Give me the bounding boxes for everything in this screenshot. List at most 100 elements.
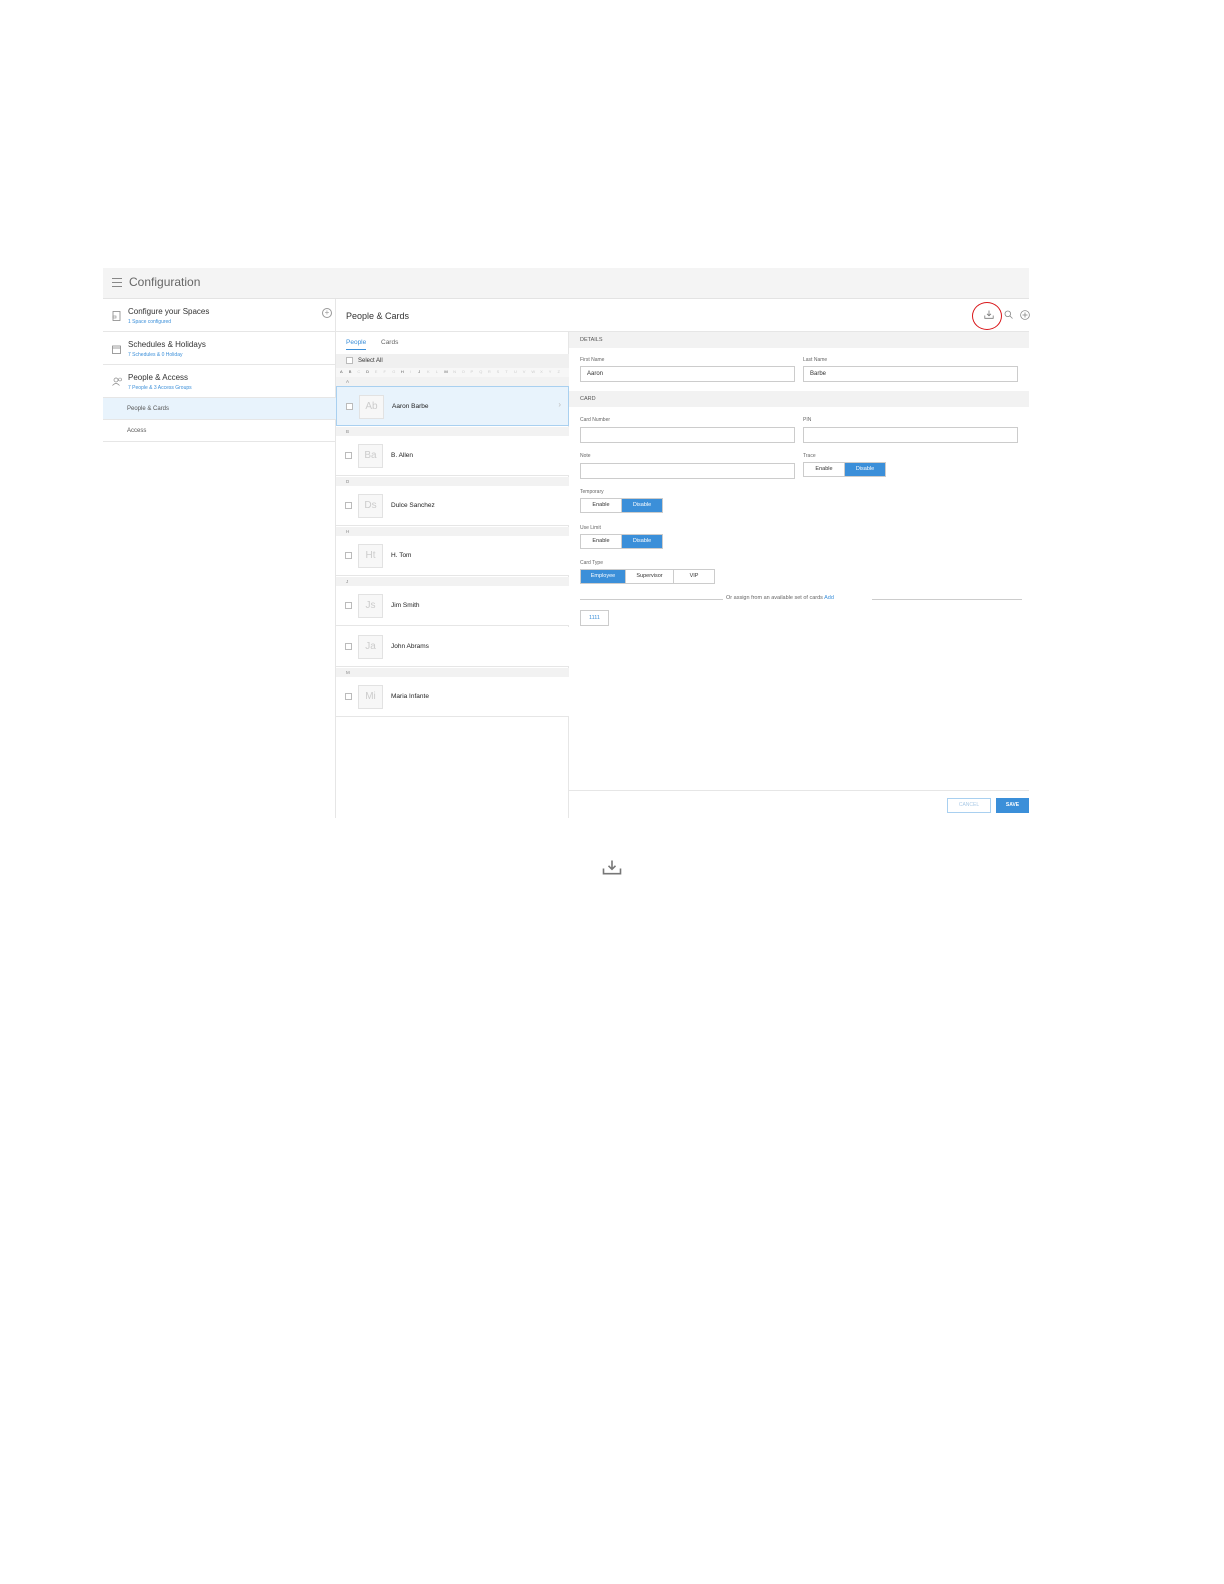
alphabet-letter[interactable]: O — [462, 369, 465, 374]
note-label: Note — [580, 453, 591, 459]
alphabet-letter[interactable]: E — [375, 369, 378, 374]
alphabet-letter[interactable]: R — [488, 369, 491, 374]
alphabet-letter[interactable]: W — [531, 369, 535, 374]
cancel-button[interactable]: CANCEL — [947, 798, 991, 813]
person-checkbox[interactable] — [345, 643, 352, 650]
sidebar-item-title: Configure your Spaces — [128, 307, 210, 316]
add-space-icon[interactable]: + — [322, 308, 332, 318]
card-chip[interactable]: 1111 — [580, 610, 609, 626]
person-checkbox[interactable] — [345, 502, 352, 509]
use-limit-disable-button[interactable]: Disable — [622, 535, 662, 548]
card-type-employee-button[interactable]: Employee — [581, 570, 626, 583]
hamburger-menu-icon[interactable] — [112, 278, 122, 288]
alphabet-letter[interactable]: Y — [549, 369, 552, 374]
temporary-enable-button[interactable]: Enable — [581, 499, 622, 512]
tab-cards[interactable]: Cards — [381, 339, 398, 346]
alphabet-letter[interactable]: T — [505, 369, 507, 374]
list-tabs: People Cards — [336, 332, 569, 354]
avatar: Ja — [358, 635, 383, 659]
add-cards-link[interactable]: Add — [824, 595, 834, 601]
note-field[interactable] — [580, 463, 795, 479]
alphabet-letter[interactable]: K — [427, 369, 430, 374]
sidebar-item-people-cards[interactable]: People & Cards — [103, 398, 336, 420]
assign-cards-label: Or assign from an available set of cards — [726, 595, 823, 601]
trace-toggle: Enable Disable — [803, 462, 886, 477]
alphabet-letter[interactable]: M — [444, 369, 447, 374]
download-icon — [602, 860, 622, 875]
sidebar-item-schedules[interactable]: Schedules & Holidays 7 Schedules & 0 Hol… — [103, 332, 336, 365]
pin-field[interactable] — [803, 427, 1018, 443]
tab-people[interactable]: People — [346, 339, 367, 350]
person-checkbox[interactable] — [345, 552, 352, 559]
select-all-checkbox[interactable] — [346, 357, 353, 364]
details-section-header: DETAILS — [569, 332, 1029, 348]
use-limit-enable-button[interactable]: Enable — [581, 535, 622, 548]
person-checkbox[interactable] — [345, 452, 352, 459]
alphabet-letter[interactable]: B — [349, 369, 352, 374]
sidebar-item-subtitle: 1 Space configured — [128, 319, 172, 325]
chevron-right-icon: › — [558, 400, 561, 409]
trace-enable-button[interactable]: Enable — [804, 463, 845, 476]
alphabet-letter[interactable]: C — [357, 369, 360, 374]
door-icon — [112, 311, 121, 323]
avatar: Ht — [358, 544, 383, 568]
alphabet-letter[interactable]: H — [401, 369, 404, 374]
person-checkbox[interactable] — [345, 693, 352, 700]
select-all-row[interactable]: Select All — [336, 354, 569, 368]
person-row[interactable]: Ht H. Tom — [336, 536, 569, 576]
group-header: J — [336, 577, 569, 586]
search-icon[interactable] — [1004, 310, 1013, 321]
person-name: B. Allen — [391, 452, 414, 459]
alphabet-letter[interactable]: S — [497, 369, 500, 374]
avatar: Mi — [358, 685, 383, 709]
person-row[interactable]: Mi Maria Infante — [336, 677, 569, 717]
group-header: M — [336, 668, 569, 677]
alphabet-letter[interactable]: I — [410, 369, 411, 374]
alphabet-letter[interactable]: V — [523, 369, 526, 374]
person-row[interactable]: Ja John Abrams — [336, 627, 569, 667]
alphabet-letter[interactable]: F — [384, 369, 386, 374]
add-icon[interactable] — [1020, 310, 1030, 322]
details-panel: DETAILS First Name Aaron Last Name Barbe… — [569, 332, 1029, 818]
alphabet-letter[interactable]: P — [471, 369, 474, 374]
sidebar-item-subtitle: 7 Schedules & 0 Holiday — [128, 352, 183, 358]
group-header: A — [336, 377, 569, 386]
temporary-disable-button[interactable]: Disable — [622, 499, 662, 512]
last-name-field[interactable]: Barbe — [803, 366, 1018, 382]
sidebar-item-people-access[interactable]: People & Access 7 People & 3 Access Grou… — [103, 365, 336, 398]
person-checkbox[interactable] — [345, 602, 352, 609]
alphabet-letter[interactable]: G — [392, 369, 395, 374]
alphabet-letter[interactable]: J — [418, 369, 420, 374]
group-header: H — [336, 527, 569, 536]
trace-disable-button[interactable]: Disable — [845, 463, 885, 476]
alphabet-letter[interactable]: L — [436, 369, 438, 374]
card-type-supervisor-button[interactable]: Supervisor — [626, 570, 674, 583]
person-row[interactable]: Js Jim Smith — [336, 586, 569, 626]
person-row[interactable]: Ba B. Allen — [336, 436, 569, 476]
card-number-field[interactable] — [580, 427, 795, 443]
alphabet-letter[interactable]: Z — [558, 369, 560, 374]
person-row[interactable]: Ab Aaron Barbe › — [336, 386, 569, 426]
alphabet-letter[interactable]: Q — [479, 369, 482, 374]
alphabet-letter[interactable]: D — [366, 369, 369, 374]
person-checkbox[interactable] — [346, 403, 353, 410]
person-row[interactable]: Ds Dulce Sanchez — [336, 486, 569, 526]
card-type-vip-button[interactable]: VIP — [674, 570, 714, 583]
card-type-label: Card Type — [580, 560, 603, 566]
alphabet-letter[interactable]: N — [453, 369, 456, 374]
card-section-header: CARD — [569, 391, 1029, 407]
alphabet-letter[interactable]: X — [540, 369, 543, 374]
alphabet-index: A BC D E F G H I J K L M N O PQ R ST U VWX Y Z — [336, 368, 569, 377]
sidebar-item-access[interactable]: Access — [103, 420, 336, 442]
first-name-field[interactable]: Aaron — [580, 366, 795, 382]
group-header: D — [336, 477, 569, 486]
avatar: Ba — [358, 444, 383, 468]
group-header: B — [336, 427, 569, 436]
people-icon — [112, 377, 123, 388]
avatar: Ab — [359, 395, 384, 419]
alphabet-letter[interactable]: U — [514, 369, 517, 374]
alphabet-letter[interactable]: A — [340, 369, 343, 374]
save-button[interactable]: SAVE — [996, 798, 1029, 813]
sidebar-item-spaces[interactable]: Configure your Spaces 1 Space configured… — [103, 299, 336, 332]
temporary-toggle: Enable Disable — [580, 498, 663, 513]
